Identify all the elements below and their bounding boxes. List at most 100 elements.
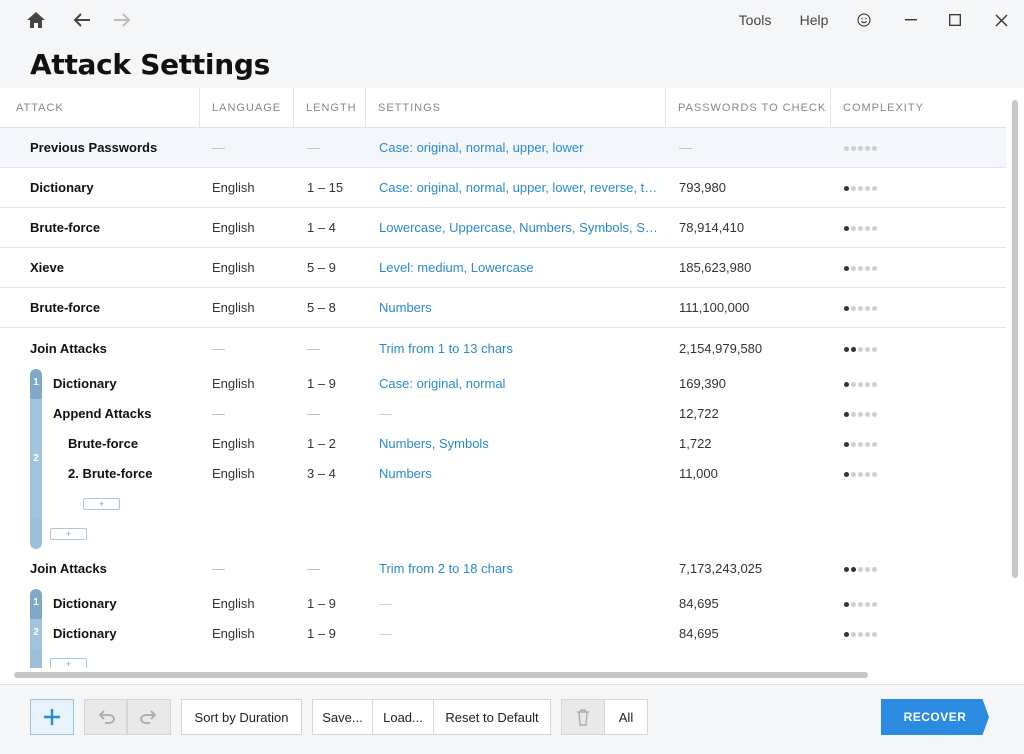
redo-button[interactable]	[127, 699, 171, 735]
settings-cell[interactable]: Case: original, normal, upper, lower, re…	[379, 180, 659, 195]
passwords-cell: 2,154,979,580	[679, 341, 763, 356]
settings-cell[interactable]: Lowercase, Uppercase, Numbers, Symbols, …	[379, 220, 659, 235]
table-row[interactable]: Brute-force English 5 – 8 Numbers 111,100,00…	[0, 288, 1006, 328]
table-row[interactable]: Previous Passwords — — Case: original, norm…	[0, 128, 1006, 168]
complexity-dot	[872, 146, 877, 151]
table-row[interactable]: Brute-force English 1 – 2 Numbers, Symbols 1…	[0, 429, 1006, 459]
settings-cell[interactable]: Level: medium, Lowercase	[379, 260, 659, 275]
length-cell: 5 – 9	[307, 260, 336, 275]
complexity-dot	[858, 306, 863, 311]
vertical-scrollbar[interactable]	[1012, 100, 1018, 578]
length-cell: 1 – 9	[307, 376, 336, 391]
table-row[interactable]: Xieve English 5 – 9 Level: medium, Lowercas…	[0, 248, 1006, 288]
table-row[interactable]: Dictionary English 1 – 9 — 84,695	[0, 589, 1006, 619]
horizontal-scrollbar[interactable]	[14, 672, 868, 678]
complexity-indicator	[844, 472, 877, 477]
complexity-dot	[858, 186, 863, 191]
complexity-dot	[851, 226, 856, 231]
length-cell: —	[307, 140, 320, 155]
complexity-dot	[844, 266, 849, 271]
column-header-settings[interactable]: SETTINGS	[365, 88, 665, 128]
complexity-dot	[844, 567, 849, 572]
complexity-dot	[865, 472, 870, 477]
column-header-length[interactable]: LENGTH	[293, 88, 365, 128]
language-cell: —	[212, 561, 225, 576]
footer-toolbar: Sort by Duration Save... Load... Reset t…	[0, 684, 1024, 754]
load-button[interactable]: Load...	[372, 699, 434, 735]
arrow-right-icon[interactable]	[99, 0, 145, 40]
attack-name: Dictionary	[53, 626, 117, 641]
settings-cell[interactable]: Numbers, Symbols	[379, 436, 659, 451]
table-row[interactable]: Dictionary English 1 – 15 Case: original, n…	[0, 168, 1006, 208]
join-group-number: 1	[33, 597, 39, 608]
settings-cell[interactable]: —	[379, 626, 659, 641]
table-row[interactable]: Brute-force English 1 – 4 Lowercase, Upperc…	[0, 208, 1006, 248]
complexity-dot	[872, 306, 877, 311]
passwords-cell: 185,623,980	[679, 260, 752, 275]
close-icon[interactable]	[978, 0, 1024, 40]
settings-cell[interactable]: Trim from 1 to 13 chars	[379, 341, 659, 356]
complexity-dot	[851, 146, 856, 151]
reset-to-default-button[interactable]: Reset to Default	[433, 699, 551, 735]
complexity-indicator	[844, 632, 877, 637]
save-button[interactable]: Save...	[312, 699, 373, 735]
sort-by-duration-button[interactable]: Sort by Duration	[181, 699, 302, 735]
settings-cell[interactable]: Numbers	[379, 300, 659, 315]
home-icon[interactable]	[13, 0, 59, 40]
column-header-language[interactable]: LANGUAGE	[199, 88, 293, 128]
attack-name: Join Attacks	[30, 561, 107, 576]
column-header-passwords[interactable]: PASSWORDS TO CHECK	[665, 88, 830, 128]
add-join-attack-button[interactable]: +	[50, 528, 87, 540]
settings-cell[interactable]: —	[379, 596, 659, 611]
settings-cell[interactable]: Case: original, normal	[379, 376, 659, 391]
language-cell: English	[212, 300, 255, 315]
complexity-dot	[844, 146, 849, 151]
title-bar: Tools Help	[0, 0, 1024, 40]
minimize-icon[interactable]	[888, 0, 934, 40]
smiley-feedback-icon[interactable]	[852, 0, 876, 40]
settings-cell[interactable]: Numbers	[379, 466, 659, 481]
table-row[interactable]: 2. Brute-force English 3 – 4 Numbers 11,000	[0, 459, 1006, 489]
add-attack-button[interactable]	[30, 699, 74, 735]
menu-help[interactable]: Help	[792, 0, 836, 40]
settings-cell[interactable]: —	[379, 406, 659, 421]
length-cell: 1 – 15	[307, 180, 344, 195]
language-cell: English	[212, 260, 255, 275]
language-cell: English	[212, 596, 255, 611]
attack-name: Brute-force	[30, 220, 101, 235]
recover-button[interactable]: RECOVER	[881, 699, 989, 735]
table-header: ATTACK LANGUAGE LENGTH SETTINGS PASSWORD…	[0, 88, 1006, 128]
add-append-attack-button[interactable]: +	[83, 498, 120, 510]
attack-name: Dictionary	[53, 376, 117, 391]
attack-name: Previous Passwords	[30, 140, 158, 155]
maximize-icon[interactable]	[932, 0, 978, 40]
table-row[interactable]: Dictionary English 1 – 9 — 84,695	[0, 619, 1006, 649]
table-row[interactable]: Join Attacks — — Trim from 2 to 18 chars 7,1…	[0, 549, 1006, 589]
settings-cell[interactable]: Case: original, normal, upper, lower	[379, 140, 659, 155]
complexity-dot	[858, 266, 863, 271]
delete-button[interactable]	[561, 699, 605, 735]
join-group-number: 2	[33, 453, 39, 464]
column-header-attack[interactable]: ATTACK	[0, 88, 199, 128]
complexity-dot	[851, 382, 856, 387]
table-row[interactable]: Join Attacks — — Trim from 1 to 13 chars 2,1…	[0, 329, 1006, 369]
settings-cell[interactable]: Trim from 2 to 18 chars	[379, 561, 659, 576]
select-all-button[interactable]: All	[604, 699, 648, 735]
column-header-complexity[interactable]: COMPLEXITY	[830, 88, 1006, 128]
table-row[interactable]: Append Attacks — — — 12,722	[0, 399, 1006, 429]
complexity-dot	[872, 567, 877, 572]
complexity-dot	[858, 146, 863, 151]
language-cell: English	[212, 436, 255, 451]
add-join-attack-button[interactable]: +	[50, 658, 87, 668]
join-group-number: 2	[33, 627, 39, 638]
length-cell: 3 – 4	[307, 466, 336, 481]
complexity-dot	[858, 602, 863, 607]
table-row[interactable]: Dictionary English 1 – 9 Case: original, no…	[0, 369, 1006, 399]
complexity-dot	[872, 347, 877, 352]
complexity-dot	[844, 632, 849, 637]
undo-button[interactable]	[84, 699, 127, 735]
menu-tools[interactable]: Tools	[730, 0, 780, 40]
passwords-cell: 12,722	[679, 406, 719, 421]
complexity-indicator	[844, 146, 877, 151]
complexity-dot	[851, 472, 856, 477]
